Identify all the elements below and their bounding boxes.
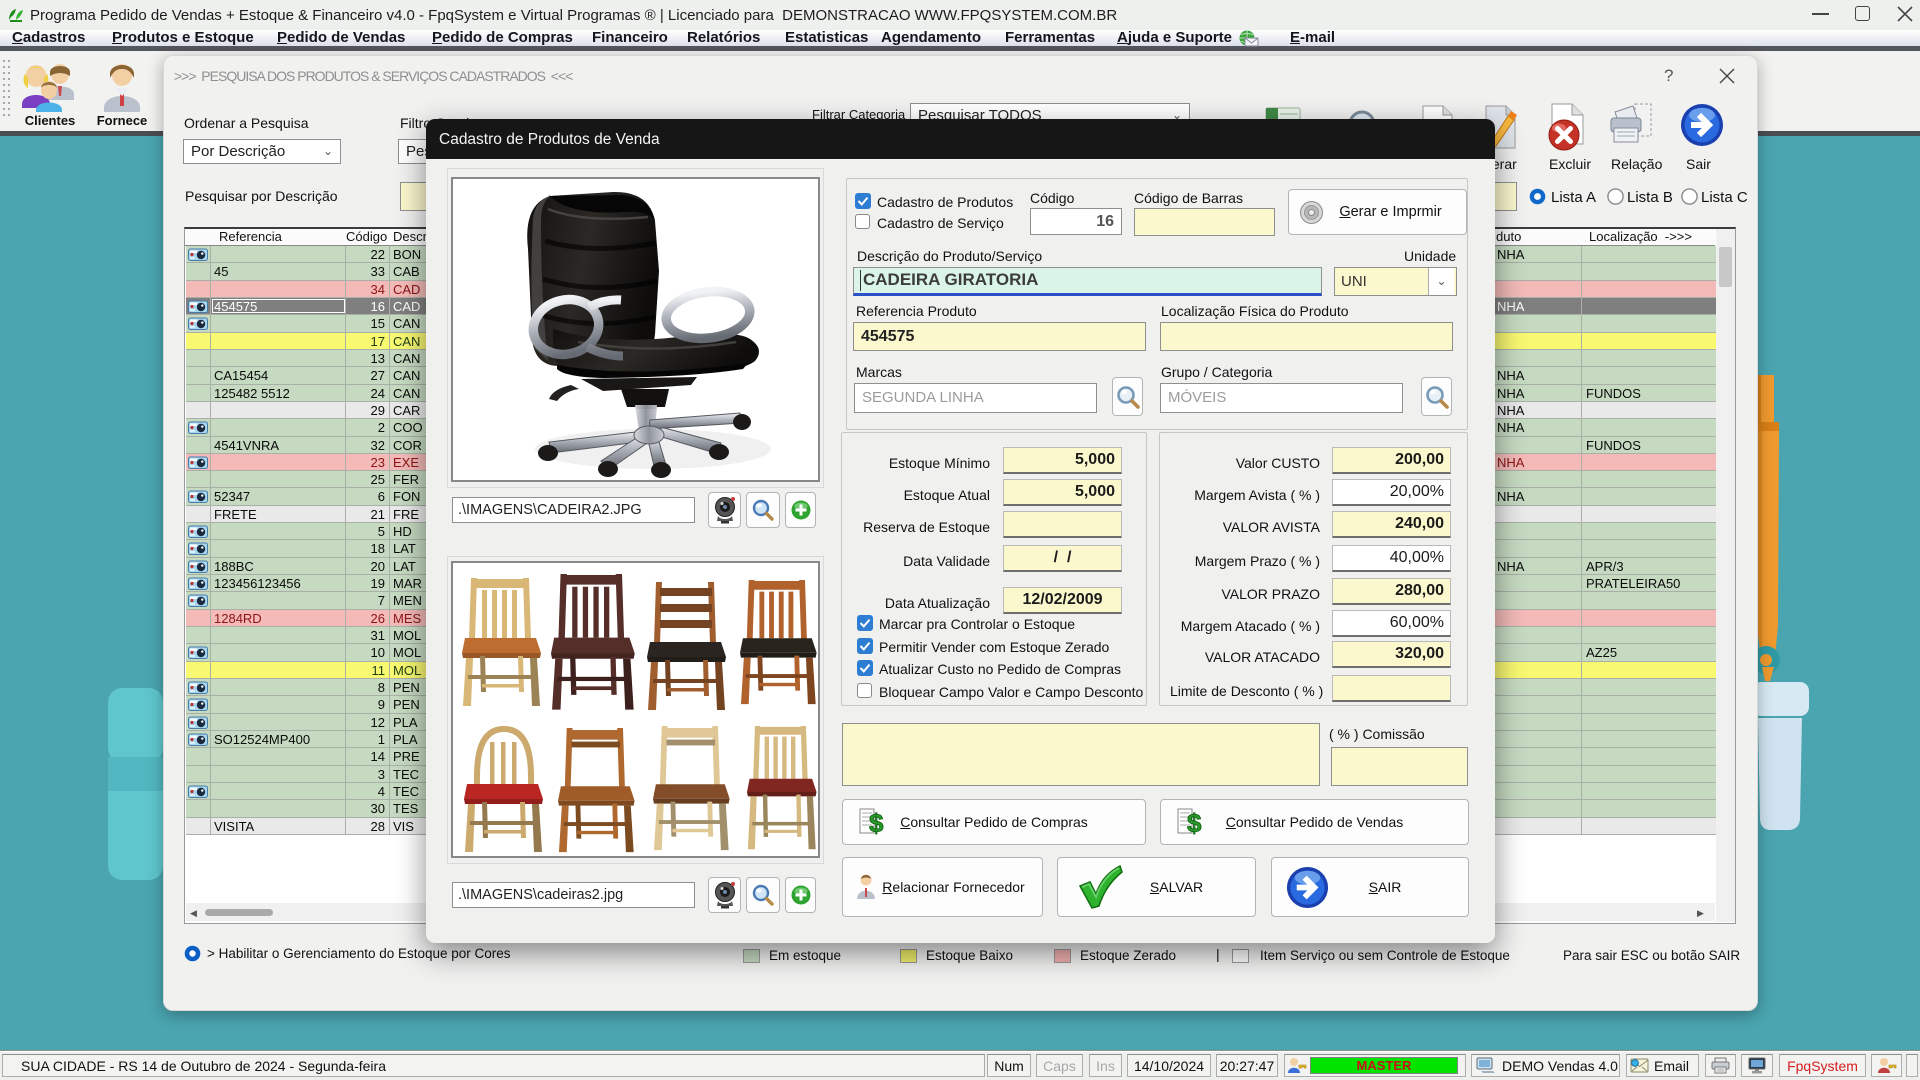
- svg-text:$: $: [869, 808, 884, 837]
- svg-text:$: $: [1187, 808, 1202, 837]
